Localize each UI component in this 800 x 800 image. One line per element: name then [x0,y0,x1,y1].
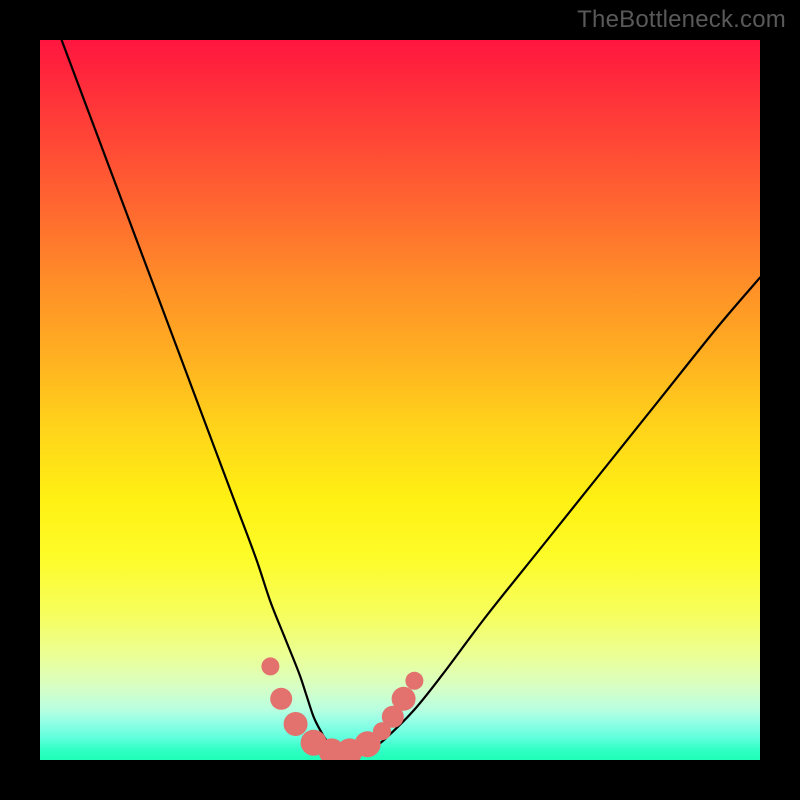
marker-point [284,712,308,736]
plot-area [40,40,760,760]
marker-point [392,687,416,711]
marker-point [405,672,423,690]
marker-point [270,688,292,710]
watermark-text: TheBottleneck.com [577,6,786,34]
bottleneck-curve [62,40,760,755]
curve-layer [40,40,760,760]
chart-frame: TheBottleneck.com [0,0,800,800]
marker-point [261,657,279,675]
highlighted-points [261,657,423,760]
